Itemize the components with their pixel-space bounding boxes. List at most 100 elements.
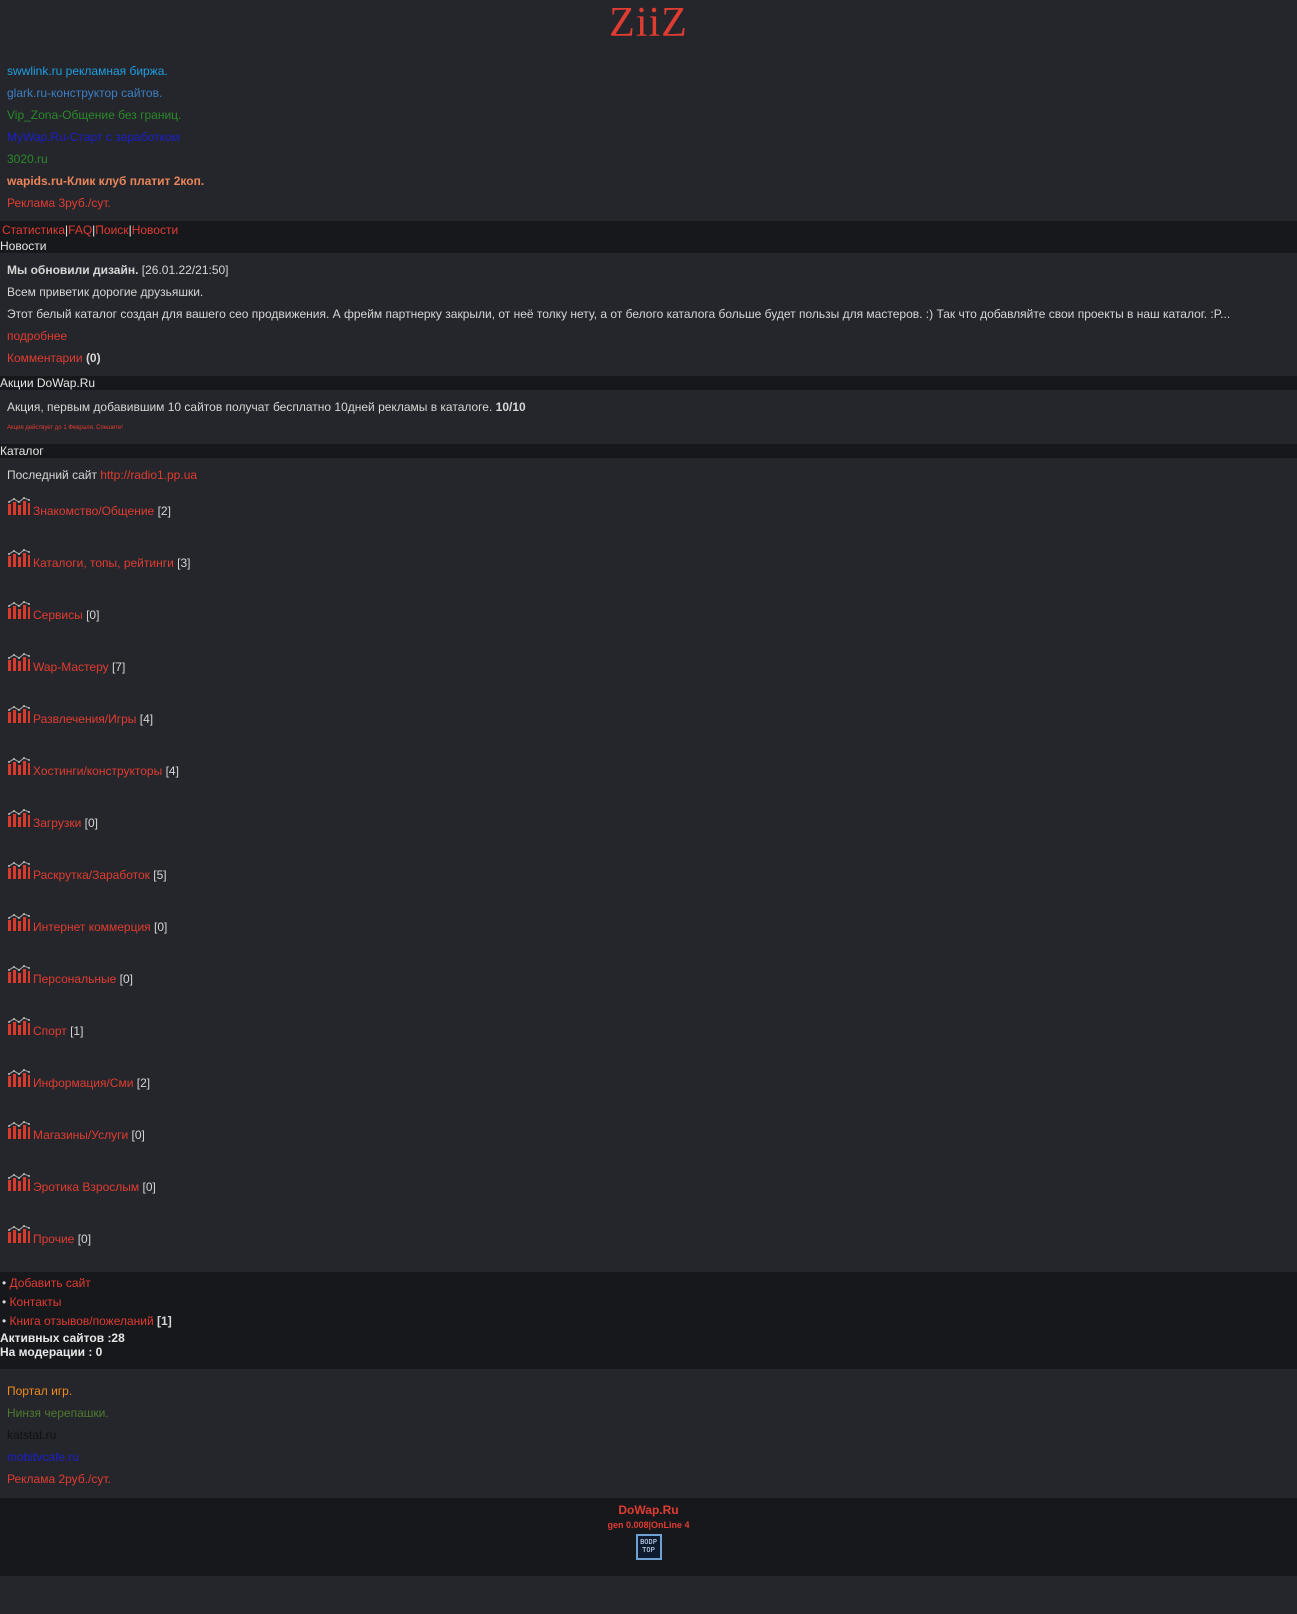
nav-search-link[interactable]: Поиск: [95, 223, 128, 237]
category-label: Знакомство/Общение [2]: [33, 504, 171, 518]
catalog-header: Каталог: [0, 444, 1297, 458]
nav-statistics-link[interactable]: Статистика: [2, 223, 65, 237]
category-count: [5]: [153, 868, 167, 882]
category-item: Хостинги/конструкторы [4]: [0, 752, 1297, 804]
bar-chart-icon: [7, 964, 31, 984]
news-comments-link[interactable]: Комментарии: [7, 351, 83, 365]
category-link[interactable]: Wap-Мастеру: [33, 660, 109, 674]
category-label: Загрузки [0]: [33, 816, 98, 830]
counter-text: TOP: [642, 1546, 655, 1554]
category-item: Развлечения/Игры [4]: [0, 700, 1297, 752]
top-ad-link[interactable]: 3020.ru: [7, 152, 48, 166]
category-count: [0]: [84, 816, 98, 830]
bar-chart-icon: [7, 1172, 31, 1192]
category-item: Каталоги, топы, рейтинги [3]: [0, 544, 1297, 596]
category-item: Загрузки [0]: [0, 804, 1297, 856]
bottom-ad-link[interactable]: Нинзя черепашки.: [7, 1406, 109, 1420]
category-label: Хостинги/конструкторы [4]: [33, 764, 179, 778]
news-date: [26.01.22/21:50]: [141, 263, 229, 277]
news-block: Мы обновили дизайн. [26.01.22/21:50] Все…: [0, 253, 1297, 373]
guestbook-count: [1]: [157, 1314, 172, 1328]
news-body: Этот белый каталог создан для вашего сео…: [7, 307, 1231, 321]
add-site-item: • Добавить сайт: [0, 1274, 1297, 1293]
nav-news-link[interactable]: Новости: [132, 223, 178, 237]
category-count: [2]: [157, 504, 171, 518]
category-list: Знакомство/Общение [2] Каталоги, топы, ре…: [0, 492, 1297, 1272]
category-count: [0]: [154, 920, 168, 934]
news-header: Новости: [0, 239, 1297, 253]
guestbook-link[interactable]: Книга отзывов/пожеланий: [10, 1314, 154, 1328]
category-label: Сервисы [0]: [33, 608, 99, 622]
category-count: [4]: [165, 764, 179, 778]
last-site-line: Последний сайт http://radio1.pp.ua: [7, 464, 1290, 486]
category-link[interactable]: Загрузки: [33, 816, 81, 830]
bar-chart-icon: [7, 860, 31, 880]
add-site-link[interactable]: Добавить сайт: [10, 1276, 91, 1290]
category-label: Раскрутка/Заработок [5]: [33, 868, 167, 882]
site-logo[interactable]: ZiiZ: [0, 0, 1297, 54]
promo-text-line: Акция, первым добавившим 10 сайтов получ…: [7, 396, 1290, 418]
category-count: [0]: [119, 972, 133, 986]
bottom-ad-link[interactable]: katstat.ru: [7, 1428, 56, 1442]
promo-header: Акции DoWap.Ru: [0, 376, 1297, 390]
category-count: [0]: [86, 608, 100, 622]
bullet: •: [2, 1314, 7, 1328]
category-count: [4]: [139, 712, 154, 726]
category-label: Прочие [0]: [33, 1232, 91, 1246]
nav-faq-link[interactable]: FAQ: [68, 223, 92, 237]
category-link[interactable]: Интернет коммерция: [33, 920, 151, 934]
bar-chart-icon: [7, 704, 31, 724]
category-item: Магазины/Услуги [0]: [0, 1116, 1297, 1168]
category-item: Информация/Сми [2]: [0, 1064, 1297, 1116]
bottom-ad-link[interactable]: Реклама 2руб./сут.: [7, 1472, 111, 1486]
top-ad-link[interactable]: MyWap.Ru-Старт с заработком: [7, 130, 180, 144]
top-ad-link[interactable]: glark.ru-конструктор сайтов.: [7, 86, 162, 100]
category-count: [7]: [111, 660, 126, 674]
category-link[interactable]: Раскрутка/Заработок: [33, 868, 150, 882]
top-ad-link[interactable]: swwlink.ru рекламная биржа.: [7, 64, 168, 78]
top-counter-badge[interactable]: BODP TOP: [635, 1534, 662, 1560]
news-more-link[interactable]: подробнее: [7, 329, 67, 343]
category-item: Прочие [0]: [0, 1220, 1297, 1272]
bar-chart-icon: [7, 652, 31, 672]
category-link[interactable]: Эротика Взрослым: [33, 1180, 139, 1194]
category-link[interactable]: Развлечения/Игры: [33, 712, 136, 726]
top-ad-link[interactable]: Vip_Zona-Общение без границ.: [7, 108, 181, 122]
category-link[interactable]: Спорт: [33, 1024, 67, 1038]
promo-text: Акция, первым добавившим 10 сайтов получ…: [7, 400, 493, 414]
category-link[interactable]: Хостинги/конструкторы: [33, 764, 162, 778]
category-item: Спорт [1]: [0, 1012, 1297, 1064]
category-link[interactable]: Информация/Сми: [33, 1076, 133, 1090]
top-ad-link[interactable]: wapids.ru-Клик клуб платит 2коп.: [7, 174, 204, 188]
category-item: Знакомство/Общение [2]: [0, 492, 1297, 544]
category-link[interactable]: Знакомство/Общение: [33, 504, 154, 518]
footer-gen-info: gen 0.008|OnLine 4: [607, 1520, 690, 1530]
bottom-ad-link[interactable]: Портал игр.: [7, 1384, 72, 1398]
bar-chart-icon: [7, 548, 31, 568]
category-link[interactable]: Персональные: [33, 972, 116, 986]
promo-note: Акция действует до 1 Февраля. Спешите!: [7, 425, 123, 431]
bar-chart-icon: [7, 1120, 31, 1140]
last-site-link[interactable]: http://radio1.pp.ua: [100, 468, 197, 482]
category-item: Эротика Взрослым [0]: [0, 1168, 1297, 1220]
contacts-item: • Контакты: [0, 1293, 1297, 1312]
bar-chart-icon: [7, 1224, 31, 1244]
bottom-links: • Добавить сайт • Контакты • Книга отзыв…: [0, 1272, 1297, 1369]
bar-chart-icon: [7, 912, 31, 932]
bottom-ads: Портал игр. Нинзя черепашки. katstat.ru mob…: [0, 1369, 1297, 1498]
top-ad-link[interactable]: Реклама 3руб./сут.: [7, 196, 111, 210]
category-link[interactable]: Сервисы: [33, 608, 83, 622]
contacts-link[interactable]: Контакты: [10, 1295, 62, 1309]
footer-site-name[interactable]: DoWap.Ru: [0, 1502, 1297, 1518]
bar-chart-icon: [7, 756, 31, 776]
category-label: Информация/Сми [2]: [33, 1076, 150, 1090]
category-label: Интернет коммерция [0]: [33, 920, 167, 934]
category-label: Спорт [1]: [33, 1024, 83, 1038]
category-count: [0]: [142, 1180, 156, 1194]
bullet: •: [2, 1295, 7, 1309]
category-link[interactable]: Магазины/Услуги: [33, 1128, 128, 1142]
category-link[interactable]: Каталоги, топы, рейтинги: [33, 556, 174, 570]
category-link[interactable]: Прочие: [33, 1232, 74, 1246]
bottom-ad-link[interactable]: mobitvcafe.ru: [7, 1450, 79, 1464]
last-site-label: Последний сайт: [7, 468, 97, 482]
